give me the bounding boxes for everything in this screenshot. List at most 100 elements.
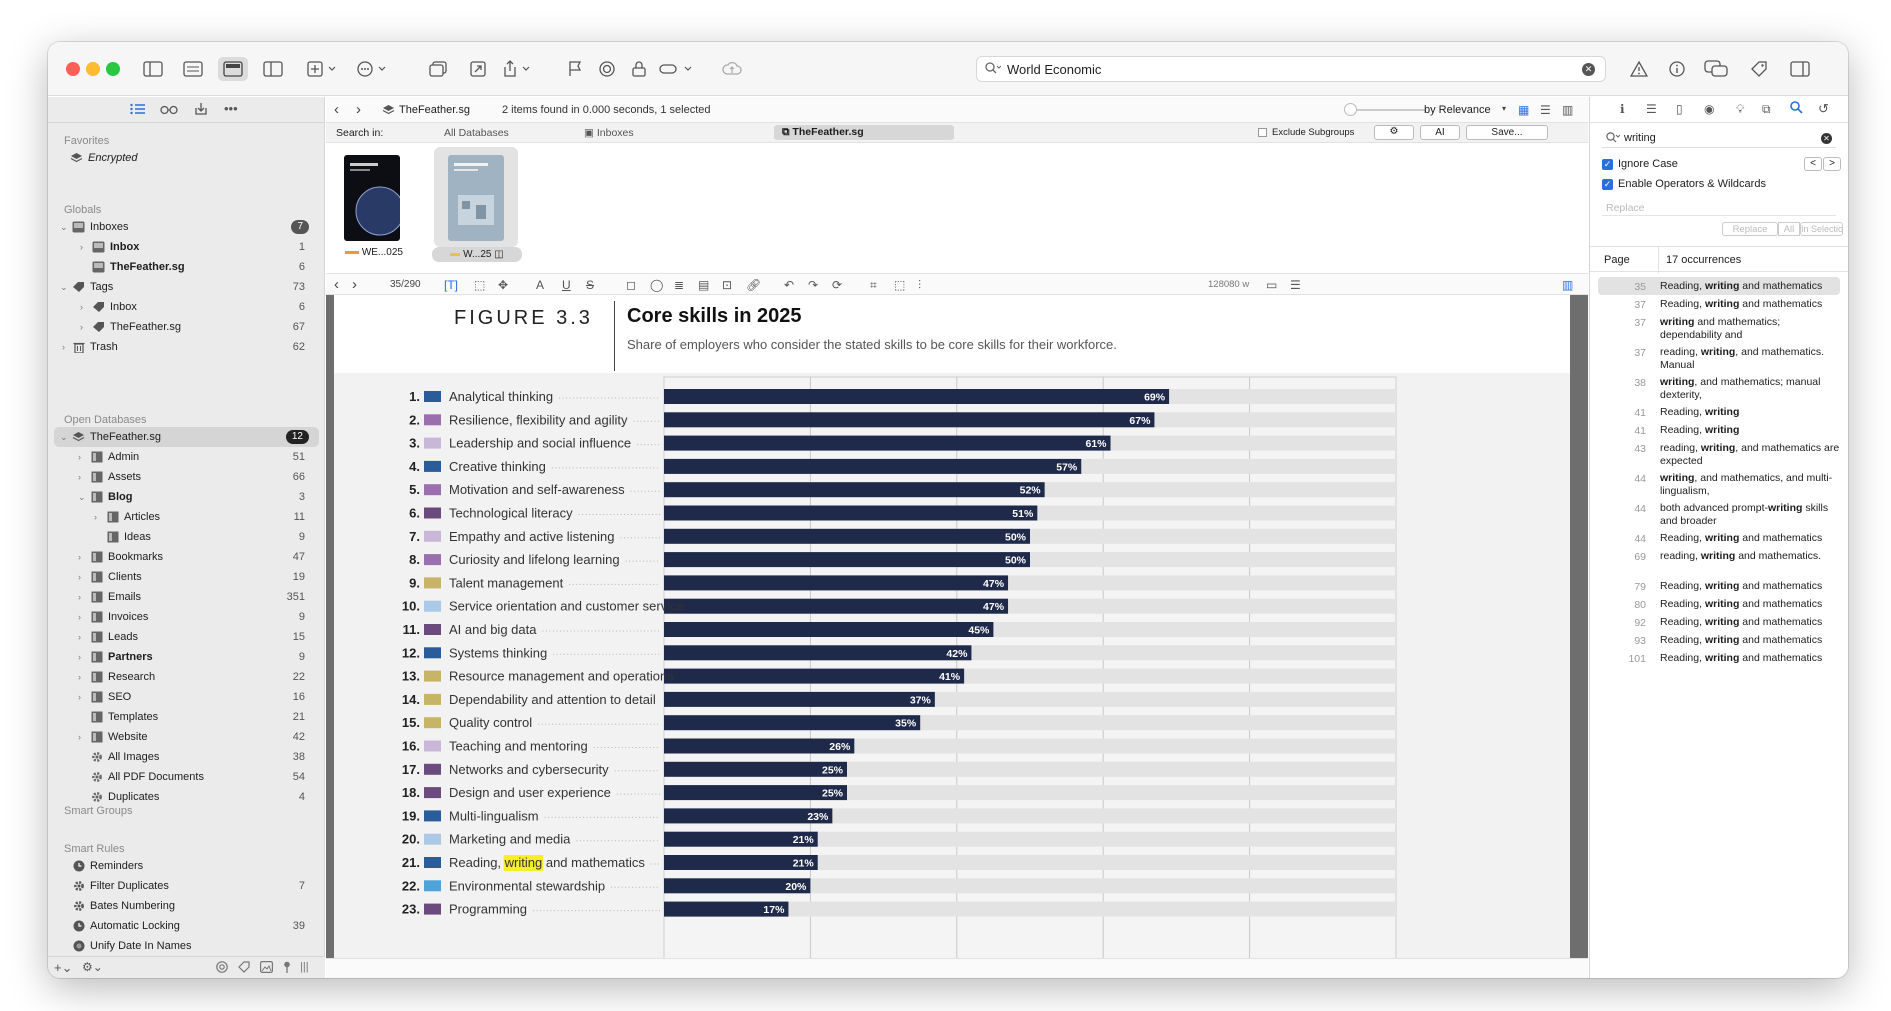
image-icon[interactable] [260,961,274,976]
scope-thefeather[interactable]: ⧉ TheFeather.sg [774,125,954,140]
slider-knob[interactable] [1344,103,1357,116]
sidebar-item-encrypted[interactable]: Encrypted [48,148,325,168]
sidebar-item-clients[interactable]: › Clients 19 [48,567,325,587]
display-options-icon[interactable]: ▭ [1266,278,1277,292]
sidebar-import-icon[interactable] [194,102,208,119]
text-select-icon[interactable]: [T] [444,278,458,292]
actions-menu-icon[interactable] [356,57,392,81]
zoom-window-button[interactable] [106,62,120,76]
column-page[interactable]: Page [1604,254,1630,266]
pin-icon[interactable] [282,961,292,976]
chevron-right-icon[interactable]: › [78,452,88,462]
strikethrough-tool-icon[interactable]: S [586,278,594,292]
cloud-sync-icon[interactable] [720,57,744,81]
note-tool-icon[interactable]: ▤ [698,278,709,292]
chevron-right-icon[interactable]: › [78,732,88,742]
chevron-right-icon[interactable]: › [78,612,88,622]
sidebar-item-blog[interactable]: ⌄ Blog 3 [48,487,325,507]
new-item-menu-icon[interactable] [306,57,342,81]
occurrence-row[interactable]: 101 Reading, writing and mathematics [1590,649,1848,667]
chevron-down-icon[interactable]: ▾ [1502,104,1506,113]
list-view-icon[interactable]: ☰ [1540,103,1551,117]
lines-tool-icon[interactable]: ≣ [674,278,684,292]
sidebar-item-all-pdf-documents[interactable]: All PDF Documents 54 [48,767,325,787]
add-menu-icon[interactable]: +⌄ [54,960,72,976]
crop-icon[interactable]: ⌗ [870,278,877,293]
occurrence-row[interactable]: 41 Reading, writing [1590,403,1848,421]
ignore-case-checkbox[interactable]: ✓ [1602,158,1613,170]
outline-icon[interactable]: ☰ [1646,102,1657,116]
sidebar-item-trash[interactable]: › Trash 62 [48,337,325,357]
rectangle-tool-icon[interactable]: ◻ [626,278,636,292]
sidebar-item-invoices[interactable]: › Invoices 9 [48,607,325,627]
view-list-icon[interactable] [180,57,206,81]
sidebar-item-seo[interactable]: › SEO 16 [48,687,325,707]
back-chevron-icon[interactable]: ‹ [334,101,339,118]
sidebar-item-admin[interactable]: › Admin 51 [48,447,325,467]
chevron-right-icon[interactable]: › [78,592,88,602]
chevron-right-icon[interactable]: › [62,342,72,352]
occurrence-row[interactable]: 92 Reading, writing and mathematics [1590,613,1848,631]
link-tool-icon[interactable]: 🔗︎ [746,278,761,292]
sidebar-item-duplicates[interactable]: Duplicates 4 [48,787,325,807]
occurrence-row[interactable]: 38 writing, and mathematics; manual dexte… [1590,373,1848,403]
smart-rule-bates-numbering[interactable]: Bates Numbering [48,896,325,916]
highlight-tool-icon[interactable]: A [536,278,544,292]
smart-rule-reminders[interactable]: Reminders [48,856,325,876]
chevron-down-icon[interactable]: ⌄ [60,432,70,443]
chevron-right-icon[interactable]: › [94,512,104,522]
concordance-icon[interactable]: 💡︎ [1736,102,1744,117]
chevron-right-icon[interactable]: › [80,302,90,312]
close-window-button[interactable] [66,62,80,76]
target-icon[interactable] [216,961,228,976]
occurrence-row[interactable]: 69 reading, writing and mathematics. [1590,547,1848,577]
ignore-case-option[interactable]: ✓ Ignore Case [1602,158,1678,170]
marquee-select-icon[interactable]: ⬚ [474,278,485,292]
previous-match-button[interactable]: < [1804,157,1822,171]
label-menu-icon[interactable] [658,57,698,81]
occurrence-row[interactable]: 79 Reading, writing and mathematics [1590,577,1848,595]
breadcrumb-database[interactable]: TheFeather.sg [399,104,470,116]
occurrence-row[interactable]: 43 reading, writing, and mathematics are … [1590,439,1848,469]
sidebar-item-all-images[interactable]: All Images 38 [48,747,325,767]
prev-page-chevron-icon[interactable]: ‹ [334,276,339,293]
find-input[interactable]: writing ✕ [1602,131,1836,148]
minimize-window-button[interactable] [86,62,100,76]
sidebar-item-templates[interactable]: Templates 21 [48,707,325,727]
lock-icon[interactable] [628,57,650,81]
textbox-tool-icon[interactable]: ⊡ [722,278,732,292]
tag-icon[interactable] [1748,57,1770,81]
icon-view-icon[interactable]: ▦ [1518,103,1529,117]
document-icon[interactable]: ▯ [1676,102,1683,116]
sidebar-more-icon[interactable]: ••• [224,101,238,116]
next-match-button[interactable]: > [1823,157,1841,171]
occurrence-row[interactable]: 37 reading, writing, and mathematics. Man… [1590,343,1848,373]
view-widescreen-icon[interactable] [260,57,286,81]
sort-dropdown[interactable]: by Relevance [1424,104,1491,116]
sidebar-item-tags[interactable]: ⌄ Tags 73 [48,277,325,297]
save-search-button[interactable]: Save... [1466,125,1548,140]
chevron-right-icon[interactable]: › [78,572,88,582]
rotate-left-icon[interactable]: ↶ [784,278,794,292]
toolbar-search-field[interactable]: World Economic ✕ [976,56,1606,82]
gear-menu-icon[interactable]: ⚙⌄ [82,960,103,974]
chevron-down-icon[interactable]: ⌄ [60,222,70,233]
page-indicator[interactable]: 35/290 [390,279,421,290]
occurrence-row[interactable]: 93 Reading, writing and mathematics [1590,631,1848,649]
sidebar-pages-icon[interactable]: ▥ [1562,278,1573,292]
chevron-right-icon[interactable]: › [80,322,90,332]
replace-button[interactable]: Replace [1722,222,1778,236]
replace-in-selection-button[interactable]: In Selection [1800,222,1843,236]
scope-all-databases[interactable]: All Databases [444,127,509,139]
tag-icon[interactable] [238,961,250,976]
duplicate-icon[interactable] [426,57,450,81]
sidebar-item-database[interactable]: ⌄ TheFeather.sg 12 [54,427,319,447]
occurrence-row[interactable]: 44 writing, and mathematics, and multi-li… [1590,469,1848,499]
clear-find-icon[interactable]: ✕ [1821,133,1832,144]
occurrence-row[interactable]: 35 Reading, writing and mathematics [1598,277,1840,295]
chat-icon[interactable] [1702,57,1730,81]
sidebar-toggle-icon[interactable] [140,57,166,81]
scope-inboxes[interactable]: ▣ Inboxes [584,127,634,139]
sidebar-item-tag-inbox[interactable]: › Inbox 6 [48,297,325,317]
occurrence-row[interactable]: 37 Reading, writing and mathematics [1590,295,1848,313]
